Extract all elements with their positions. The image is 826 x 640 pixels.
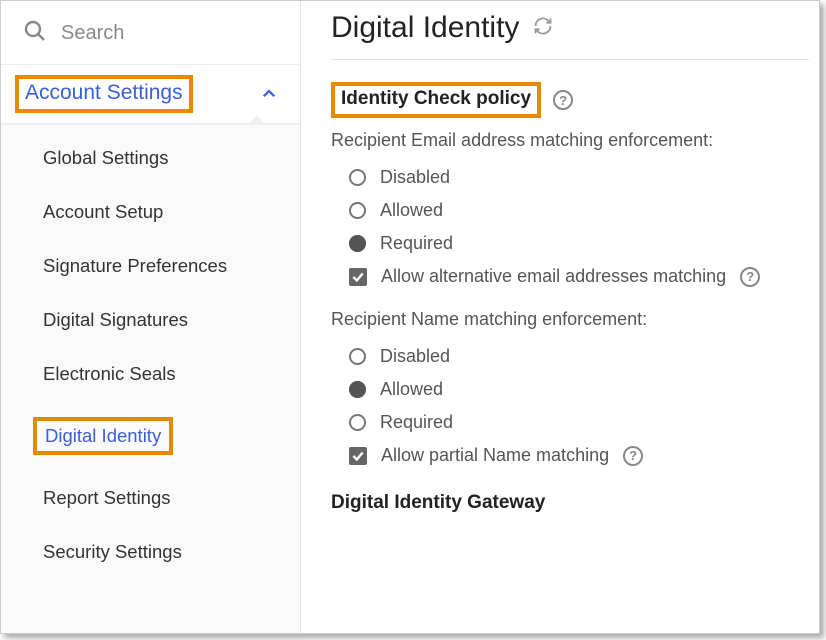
radio-name-allowed[interactable]: Allowed bbox=[331, 373, 819, 406]
main-content: Digital Identity Identity Check policy ?… bbox=[301, 1, 819, 633]
sidebar-item-digital-signatures[interactable]: Digital Signatures bbox=[1, 293, 300, 347]
search-input[interactable] bbox=[61, 22, 326, 45]
radio-label: Required bbox=[380, 233, 453, 254]
sidebar-item-label: Digital Signatures bbox=[43, 309, 188, 330]
radio-email-required[interactable]: Required bbox=[331, 227, 819, 260]
sidebar-item-label: Security Settings bbox=[43, 541, 182, 562]
sidebar-item-account-setup[interactable]: Account Setup bbox=[1, 185, 300, 239]
sidebar-item-label: Report Settings bbox=[43, 487, 171, 508]
search-row bbox=[1, 1, 300, 65]
radio-label: Disabled bbox=[380, 167, 450, 188]
checkbox-label: Allow alternative email addresses matchi… bbox=[381, 266, 726, 287]
sidebar-item-electronic-seals[interactable]: Electronic Seals bbox=[1, 347, 300, 401]
sidebar-item-digital-identity[interactable]: Digital Identity bbox=[1, 401, 300, 471]
policy-header: Identity Check policy ? bbox=[331, 82, 819, 118]
help-icon[interactable]: ? bbox=[553, 90, 573, 110]
radio-name-required[interactable]: Required bbox=[331, 406, 819, 439]
page-title-row: Digital Identity bbox=[331, 11, 809, 60]
sidebar-section-label: Account Settings bbox=[25, 81, 183, 104]
sidebar-item-label: Account Setup bbox=[43, 201, 163, 222]
radio-email-allowed[interactable]: Allowed bbox=[331, 194, 819, 227]
app-window: Account Settings Global Settings Account… bbox=[0, 0, 820, 634]
highlight-identity-check-policy: Identity Check policy bbox=[331, 82, 541, 118]
sidebar-item-label: Global Settings bbox=[43, 147, 168, 168]
help-icon[interactable]: ? bbox=[740, 267, 760, 287]
radio-label: Allowed bbox=[380, 200, 443, 221]
sidebar-item-global-settings[interactable]: Global Settings bbox=[1, 131, 300, 185]
radio-icon bbox=[349, 348, 366, 365]
sidebar-item-label: Digital Identity bbox=[45, 425, 161, 446]
highlight-digital-identity: Digital Identity bbox=[33, 417, 173, 455]
name-group-label: Recipient Name matching enforcement: bbox=[331, 309, 819, 330]
sidebar: Account Settings Global Settings Account… bbox=[1, 1, 301, 633]
radio-label: Disabled bbox=[380, 346, 450, 367]
radio-icon bbox=[349, 414, 366, 431]
page-title: Digital Identity bbox=[331, 11, 519, 45]
sidebar-item-report-settings[interactable]: Report Settings bbox=[1, 471, 300, 525]
email-matching-group: Recipient Email address matching enforce… bbox=[331, 130, 819, 293]
checkbox-allow-partial-name[interactable]: Allow partial Name matching ? bbox=[331, 439, 819, 472]
checkbox-allow-alt-email[interactable]: Allow alternative email addresses matchi… bbox=[331, 260, 819, 293]
email-group-label: Recipient Email address matching enforce… bbox=[331, 130, 819, 151]
policy-title: Identity Check policy bbox=[341, 88, 531, 109]
radio-icon bbox=[349, 169, 366, 186]
sidebar-item-label: Signature Preferences bbox=[43, 255, 227, 276]
radio-icon bbox=[349, 381, 366, 398]
name-matching-group: Recipient Name matching enforcement: Dis… bbox=[331, 309, 819, 472]
sidebar-item-signature-preferences[interactable]: Signature Preferences bbox=[1, 239, 300, 293]
checkbox-label: Allow partial Name matching bbox=[381, 445, 609, 466]
search-icon bbox=[23, 19, 47, 48]
sidebar-item-security-settings[interactable]: Security Settings bbox=[1, 525, 300, 579]
radio-name-disabled[interactable]: Disabled bbox=[331, 340, 819, 373]
highlight-account-settings: Account Settings bbox=[15, 75, 193, 113]
checkbox-icon bbox=[349, 268, 367, 286]
radio-label: Required bbox=[380, 412, 453, 433]
chevron-up-icon bbox=[260, 85, 278, 103]
radio-label: Allowed bbox=[380, 379, 443, 400]
gateway-section-title: Digital Identity Gateway bbox=[331, 492, 819, 514]
checkbox-icon bbox=[349, 447, 367, 465]
identity-check-policy-section: Identity Check policy ? Recipient Email … bbox=[331, 60, 819, 514]
radio-icon bbox=[349, 202, 366, 219]
radio-icon bbox=[349, 235, 366, 252]
help-icon[interactable]: ? bbox=[623, 446, 643, 466]
radio-email-disabled[interactable]: Disabled bbox=[331, 161, 819, 194]
refresh-icon[interactable] bbox=[533, 16, 553, 41]
sidebar-item-label: Electronic Seals bbox=[43, 363, 176, 384]
sidebar-nav: Global Settings Account Setup Signature … bbox=[1, 124, 300, 633]
